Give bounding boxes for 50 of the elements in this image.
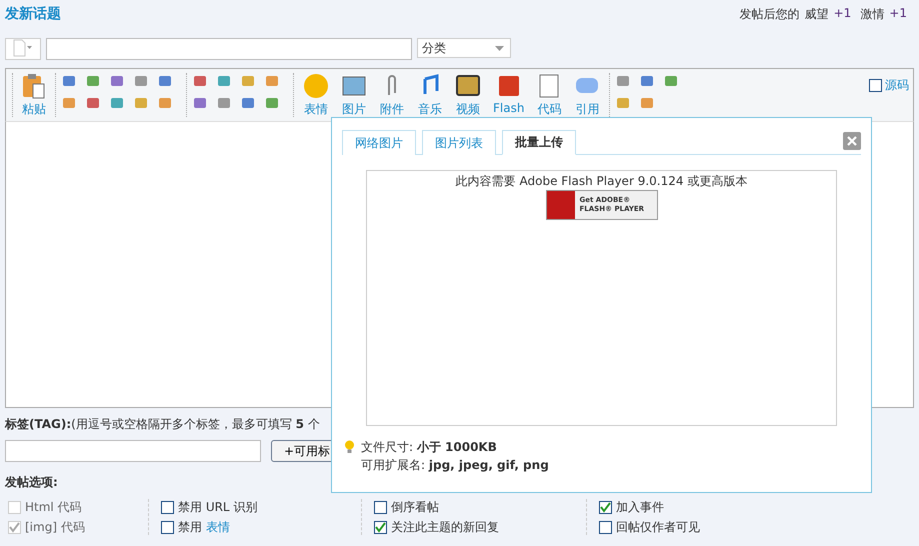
option-checkbox[interactable] (599, 500, 612, 514)
option-checkbox[interactable] (599, 520, 612, 534)
flash-message: 此内容需要 Adobe Flash Player 9.0.124 或更高版本 (456, 173, 748, 190)
tag-label: 标签(TAG): (5, 417, 72, 431)
paste-button[interactable]: 粘贴 (18, 72, 50, 118)
dialog-tab[interactable]: 网络图片 (342, 130, 416, 155)
upload-info-text: 可用扩展名: jpg, jpeg, gif, png (361, 457, 549, 474)
option-label: 回帖仅作者可见 (616, 518, 700, 536)
option-checkbox[interactable] (374, 500, 387, 514)
credit-name: 激情 (860, 6, 884, 22)
option-checkbox[interactable] (161, 520, 174, 534)
option-label: 关注此主题的新回复 (391, 518, 499, 536)
option-label: 禁用 URL 识别 (178, 498, 258, 516)
option-checkbox[interactable] (374, 520, 387, 534)
dialog-tab[interactable]: 批量上传 (502, 130, 576, 155)
close-icon[interactable] (843, 132, 861, 150)
option-label: Html 代码 (25, 498, 82, 516)
smiley-button[interactable]: 表情 (299, 72, 333, 118)
category-select[interactable]: 分类 (417, 38, 511, 58)
credit-value: +1 (834, 6, 852, 22)
subject-field[interactable] (46, 38, 412, 60)
options-title: 发帖选项: (5, 474, 58, 490)
dialog-tab[interactable]: 图片列表 (422, 130, 496, 155)
topic-icon-select[interactable] (5, 38, 41, 60)
option-label: 加入事件 (616, 498, 664, 516)
source-toggle[interactable]: 源码 (869, 77, 909, 94)
option-checkbox[interactable] (161, 500, 174, 514)
flash-button[interactable]: Flash (489, 72, 528, 118)
tv-button[interactable]: 视频 (451, 72, 485, 118)
option-label: 禁用 (178, 518, 202, 536)
paperclip-button[interactable]: 附件 (375, 72, 409, 118)
credit-prefix: 发帖后您的 (740, 6, 800, 22)
music-note-button[interactable]: 音乐 (413, 72, 447, 118)
tag-field[interactable] (5, 440, 261, 462)
page-title: 发新话题 (5, 5, 61, 23)
option-label: 倒序看帖 (391, 498, 439, 516)
tv-icon (455, 72, 481, 98)
option-link[interactable]: 表情 (206, 518, 230, 536)
code-button[interactable]: 代码 (532, 72, 566, 118)
speech-bubble-button[interactable]: 引用 (570, 72, 604, 118)
picture-button[interactable]: 图片 (337, 72, 371, 118)
upload-info-text: 文件尺寸: 小于 1000KB (361, 439, 498, 456)
clipboard-icon (22, 72, 46, 98)
tag-hint: (用逗号或空格隔开多个标签，最多可填写 5 个 (71, 417, 320, 431)
caret-icon (495, 46, 504, 50)
lightbulb-icon (344, 440, 355, 454)
option-label: [img] 代码 (25, 518, 85, 536)
smiley-icon (303, 72, 329, 98)
credit-name: 威望 (804, 6, 829, 22)
credit-value: +1 (889, 6, 907, 22)
